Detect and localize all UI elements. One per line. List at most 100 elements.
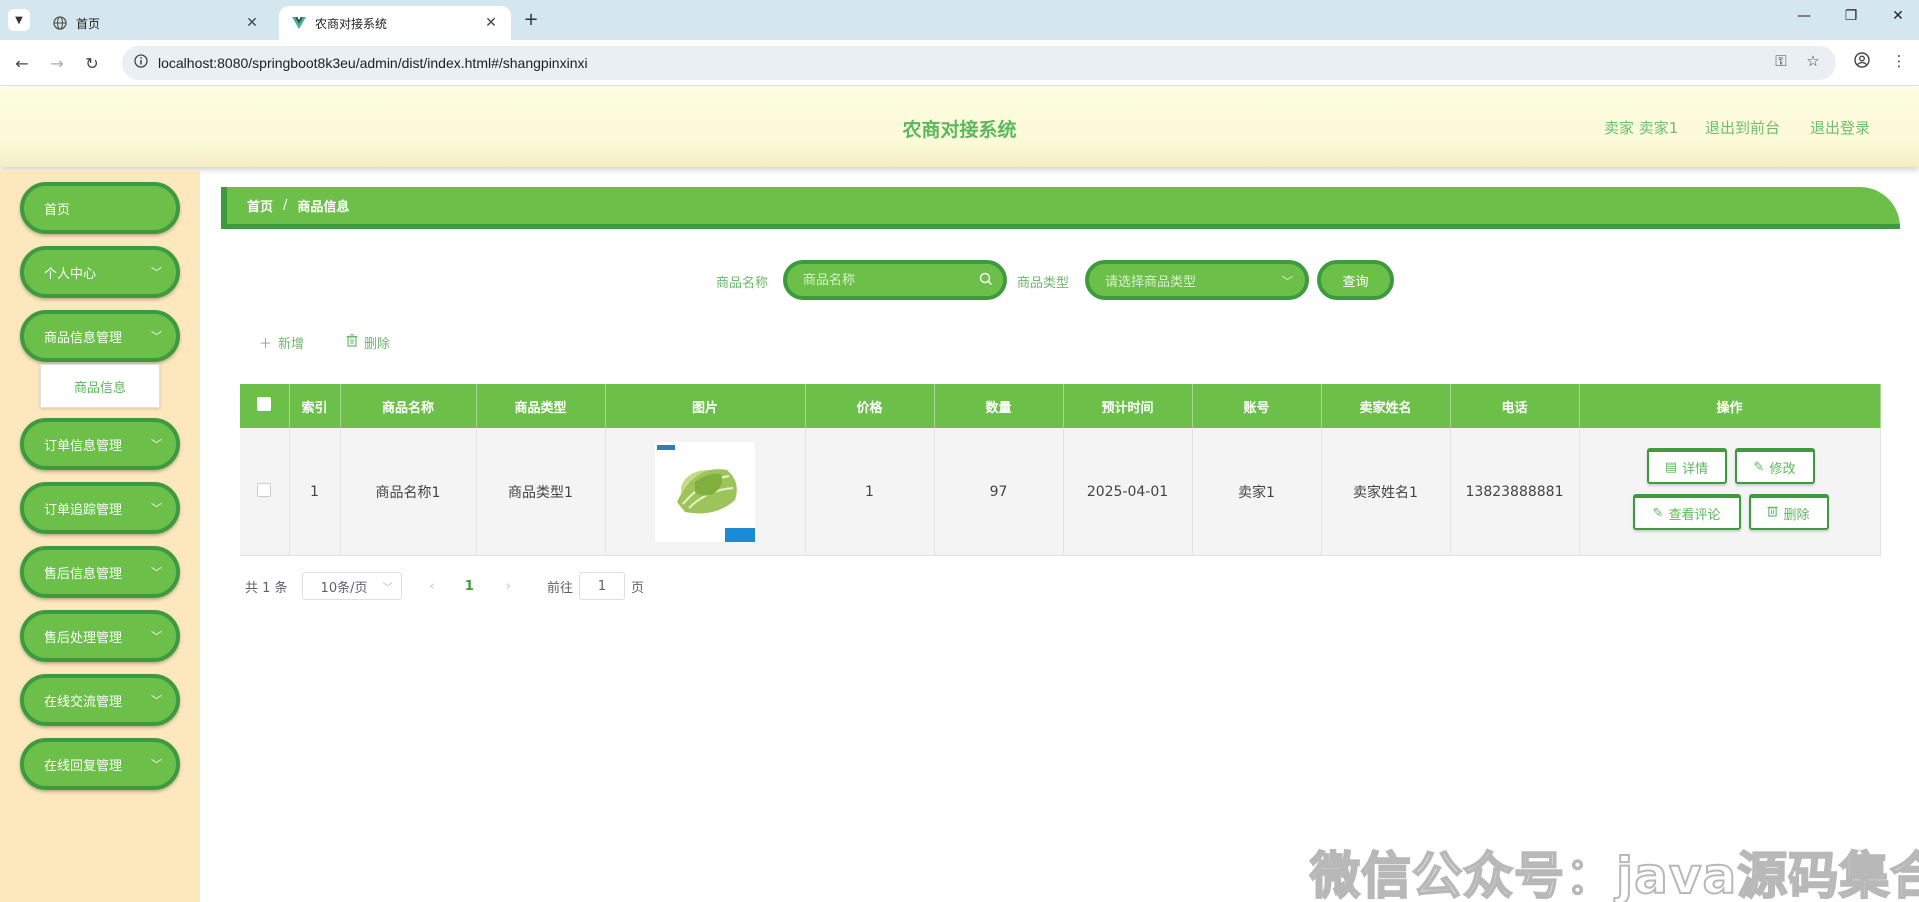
plus-icon: ＋ xyxy=(259,336,273,352)
search-icon xyxy=(979,272,993,290)
browser-tab-app[interactable]: 农商对接系统 ✕ xyxy=(279,6,511,40)
sidebar-item-order-tracking[interactable]: 订单追踪管理 ﹀ xyxy=(20,482,180,534)
sidebar-item-aftersale-info[interactable]: 售后信息管理 ﹀ xyxy=(20,546,180,598)
bookmark-star-icon[interactable]: ☆ xyxy=(1802,52,1824,70)
column-header: 数量 xyxy=(934,384,1064,428)
submenu-item-product-info[interactable]: 商品信息 xyxy=(40,364,160,408)
detail-button[interactable]: ▤ 详情 xyxy=(1646,448,1727,484)
more-menu-icon[interactable]: ⋮ xyxy=(1888,52,1910,70)
site-info-icon[interactable] xyxy=(134,54,148,72)
page-size-select[interactable]: 10条/页 ﹀ xyxy=(301,572,402,600)
sidebar-item-personal-center[interactable]: 个人中心 ﹀ xyxy=(20,246,180,298)
close-icon[interactable]: ✕ xyxy=(483,15,499,31)
sidebar-item-online-reply[interactable]: 在线回复管理 ﹀ xyxy=(20,738,180,790)
restore-icon[interactable]: ❐ xyxy=(1841,8,1861,24)
sidebar-item-label: 在线回复管理 xyxy=(44,758,123,774)
cell-product-name: 商品名称1 xyxy=(340,428,477,556)
row-delete-button[interactable]: 删除 xyxy=(1748,494,1829,530)
browser-tab-home[interactable]: 首页 ✕ xyxy=(40,6,272,40)
sidebar-item-label: 个人中心 xyxy=(44,266,97,282)
sidebar-item-label: 订单追踪管理 xyxy=(44,502,123,518)
chevron-down-icon: ﹀ xyxy=(1282,275,1293,288)
logout-link[interactable]: 退出登录 xyxy=(1810,117,1870,138)
back-arrow-icon[interactable]: ← xyxy=(10,51,34,75)
view-reviews-label: 查看评论 xyxy=(1668,507,1721,523)
sidebar-item-order-management[interactable]: 订单信息管理 ﹀ xyxy=(20,418,180,470)
chevron-down-icon: ﹀ xyxy=(151,630,162,643)
sidebar-item-label: 首页 xyxy=(44,202,71,218)
edit-pencil-icon: ✎ xyxy=(1753,459,1765,475)
add-label: 新增 xyxy=(278,336,305,352)
pagination: 共 1 条 10条/页 ﹀ ‹ 1 › 前往 1 页 xyxy=(245,572,644,600)
minimize-icon[interactable]: — xyxy=(1794,8,1814,24)
profile-icon[interactable] xyxy=(1851,52,1873,72)
goto-suffix: 页 xyxy=(631,580,645,596)
column-header: 卖家姓名 xyxy=(1321,384,1451,428)
select-all-header[interactable] xyxy=(240,384,290,428)
vue-logo-icon xyxy=(291,15,307,31)
row-select-cell[interactable] xyxy=(240,428,290,556)
column-header: 账号 xyxy=(1192,384,1322,428)
new-tab-plus-icon[interactable]: + xyxy=(520,9,542,30)
row-delete-label: 删除 xyxy=(1783,507,1810,523)
add-button[interactable]: ＋ 新增 xyxy=(259,332,304,352)
column-header: 图片 xyxy=(605,384,806,428)
detail-label: 详情 xyxy=(1682,461,1709,477)
total-count: 共 1 条 xyxy=(245,580,288,596)
sidebar-item-home[interactable]: 首页 xyxy=(20,182,180,234)
reload-icon[interactable]: ↻ xyxy=(80,51,104,75)
product-table: 索引 商品名称 商品类型 图片 价格 数量 预计时间 账号 卖家姓名 电话 操作… xyxy=(240,384,1881,556)
product-type-select[interactable]: 请选择商品类型 ﹀ xyxy=(1085,260,1309,300)
product-name-input[interactable] xyxy=(803,272,973,288)
tab-title: 首页 xyxy=(76,16,101,31)
cell-phone: 13823888881 xyxy=(1450,428,1580,556)
trash-icon xyxy=(1767,505,1779,521)
password-key-icon[interactable]: ⚿ xyxy=(1770,52,1792,70)
goto-page-input[interactable]: 1 xyxy=(579,572,626,600)
goto-label: 前往 xyxy=(547,580,574,596)
select-all-checkbox[interactable] xyxy=(257,397,272,411)
forward-arrow-icon[interactable]: → xyxy=(45,51,69,75)
batch-delete-button[interactable]: 删除 xyxy=(346,332,390,352)
prev-page-icon[interactable]: ‹ xyxy=(430,579,435,594)
query-button[interactable]: 查询 xyxy=(1317,260,1394,300)
close-window-icon[interactable]: ✕ xyxy=(1888,8,1908,24)
column-header: 商品类型 xyxy=(476,384,606,428)
sidebar: 首页 个人中心 ﹀ 商品信息管理 ﹀ 商品信息 订单信息管理 ﹀ 订单追踪管理 … xyxy=(0,170,200,902)
sidebar-item-online-chat[interactable]: 在线交流管理 ﹀ xyxy=(20,674,180,726)
sidebar-item-label: 在线交流管理 xyxy=(44,694,123,710)
close-icon[interactable]: ✕ xyxy=(244,15,260,31)
cell-seller-name: 卖家姓名1 xyxy=(1321,428,1451,556)
page-size-value: 10条/页 xyxy=(320,580,368,596)
tab-title: 农商对接系统 xyxy=(315,16,388,31)
exit-to-front-link[interactable]: 退出到前台 xyxy=(1705,117,1780,138)
product-name-search-input[interactable] xyxy=(783,260,1007,300)
sidebar-item-aftersale-processing[interactable]: 售后处理管理 ﹀ xyxy=(20,610,180,662)
trash-icon xyxy=(346,333,358,351)
column-header: 预计时间 xyxy=(1063,384,1193,428)
url-field[interactable]: localhost:8080/springboot8k3eu/admin/dis… xyxy=(122,46,1836,80)
chevron-down-icon: ﹀ xyxy=(382,583,393,594)
breadcrumb-home[interactable]: 首页 xyxy=(247,196,273,215)
chevron-down-icon: ﹀ xyxy=(151,694,162,707)
breadcrumb: 首页 / 商品信息 xyxy=(221,187,1900,229)
address-bar: ← → ↻ localhost:8080/springboot8k3eu/adm… xyxy=(0,40,1919,86)
sidebar-item-product-management[interactable]: 商品信息管理 ﹀ xyxy=(20,310,180,362)
cell-index: 1 xyxy=(289,428,341,556)
row-checkbox[interactable] xyxy=(257,482,272,497)
url-text: localhost:8080/springboot8k3eu/admin/dis… xyxy=(158,55,588,71)
edit-label: 修改 xyxy=(1769,461,1796,477)
cell-account: 卖家1 xyxy=(1192,428,1322,556)
view-reviews-button[interactable]: ✎ 查看评论 xyxy=(1632,494,1741,530)
chevron-down-icon: ﹀ xyxy=(151,502,162,515)
page-number-current[interactable]: 1 xyxy=(465,579,474,594)
document-icon: ▤ xyxy=(1664,459,1678,475)
chevron-down-icon: ﹀ xyxy=(151,566,162,579)
chevron-down-icon: ﹀ xyxy=(151,758,162,771)
column-header: 操作 xyxy=(1579,384,1881,428)
tab-list-button[interactable]: ▼ xyxy=(8,9,30,31)
product-thumbnail[interactable] xyxy=(655,441,755,542)
chevron-down-icon: ▼ xyxy=(15,14,23,26)
edit-button[interactable]: ✎ 修改 xyxy=(1734,448,1815,484)
next-page-icon[interactable]: › xyxy=(506,579,511,594)
